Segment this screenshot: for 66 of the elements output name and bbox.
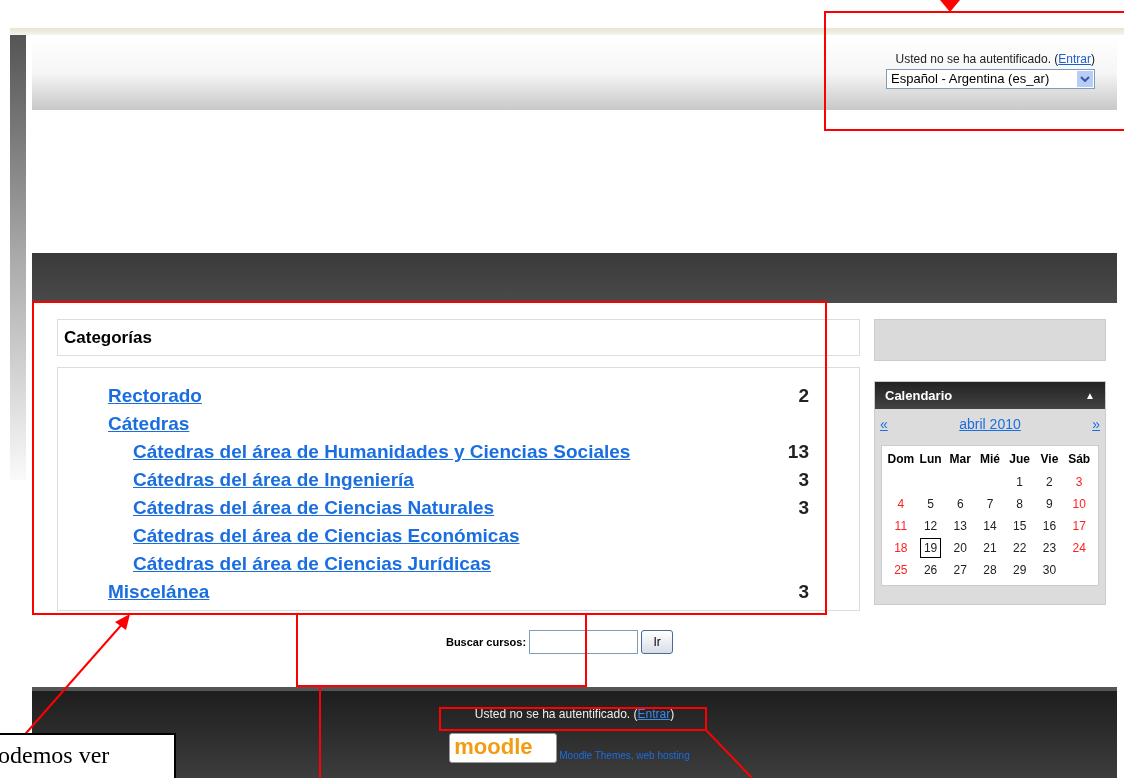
calendar-day[interactable]: 9 xyxy=(1046,495,1053,513)
calendar-day[interactable]: 23 xyxy=(1042,539,1057,557)
calendar-day[interactable]: 26 xyxy=(923,561,938,579)
search-field[interactable] xyxy=(529,630,639,654)
course-count: 3 xyxy=(798,496,809,520)
calendar-day[interactable]: 2 xyxy=(1046,473,1053,491)
login-link[interactable]: Entrar xyxy=(1058,52,1091,66)
language-select[interactable]: Español - Argentina (es_ar) xyxy=(886,69,1095,89)
weekday-header: Jue xyxy=(1008,451,1032,468)
calendar-day[interactable]: 4 xyxy=(897,495,905,513)
annotation-arrowhead xyxy=(940,0,960,12)
leader-line xyxy=(705,729,753,778)
calendar-day[interactable]: 21 xyxy=(983,539,997,557)
category-link[interactable]: Cátedras del área de Ciencias Jurídicas xyxy=(133,550,491,578)
login-status: Usted no se ha autentificado. (Entrar) xyxy=(895,51,1095,68)
calendar-day[interactable]: 3 xyxy=(1075,473,1083,491)
weekday-header: Mar xyxy=(948,451,972,468)
calendar-day[interactable]: 28 xyxy=(983,561,997,579)
previous-month-link[interactable]: « xyxy=(880,414,888,435)
calendar-day[interactable]: 15 xyxy=(1013,517,1027,535)
footer-login-status: Usted no se ha autentificado. (Entrar) xyxy=(474,706,675,723)
calendar-title: Calendario xyxy=(885,386,953,405)
course-count: 2 xyxy=(798,384,809,408)
calendar-day[interactable]: 27 xyxy=(953,561,967,579)
weekday-header: Mié xyxy=(979,451,1001,468)
next-month-link[interactable]: » xyxy=(1092,414,1100,435)
category-link[interactable]: Cátedras del área de Ciencias Económicas xyxy=(133,522,520,550)
calendar-day[interactable]: 25 xyxy=(894,561,908,579)
calendar-day[interactable]: 16 xyxy=(1042,517,1057,535)
calendar-day[interactable]: 19 xyxy=(919,538,942,558)
course-count: 13 xyxy=(787,440,809,464)
search-label: Buscar cursos: xyxy=(445,634,527,650)
category-link[interactable]: Cátedras del área de Humanidades y Ciencias Sociales xyxy=(133,438,631,466)
calendar-day[interactable]: 17 xyxy=(1072,517,1086,535)
calendar-day[interactable]: 5 xyxy=(927,495,934,513)
calendar-day[interactable]: 12 xyxy=(923,517,938,535)
course-count: 3 xyxy=(798,468,809,492)
calendar-day[interactable]: 8 xyxy=(1016,495,1024,513)
calendar-day[interactable]: 29 xyxy=(1013,561,1027,579)
calendar-day[interactable]: 10 xyxy=(1072,495,1086,513)
weekday-header: Lun xyxy=(918,451,943,468)
category-link[interactable]: Miscelánea xyxy=(108,578,210,606)
calendar-day[interactable]: 6 xyxy=(956,495,964,513)
calendar-day[interactable]: 13 xyxy=(953,517,967,535)
category-link[interactable]: Cátedras xyxy=(108,410,190,438)
weekday-header: Dom xyxy=(886,451,916,468)
calendar-day[interactable]: 18 xyxy=(894,539,908,557)
calendar-day[interactable]: 24 xyxy=(1072,539,1086,557)
categories-title: Categorías xyxy=(57,319,860,356)
calendar-day[interactable]: 14 xyxy=(983,517,997,535)
footer-login-link[interactable]: Entrar xyxy=(637,707,671,721)
calendar-day[interactable]: 11 xyxy=(894,517,908,535)
month-link[interactable]: abril 2010 xyxy=(959,414,1021,435)
calendar-day[interactable]: 20 xyxy=(953,539,967,557)
course-count: 3 xyxy=(798,580,809,604)
calendar-day[interactable]: 7 xyxy=(986,495,994,513)
go-button[interactable]: Ir xyxy=(641,630,674,654)
weekday-header: Vie xyxy=(1039,451,1060,468)
calendar-day[interactable]: 1 xyxy=(1016,473,1024,491)
category-link[interactable]: Cátedras del área de Ciencias Naturales xyxy=(133,494,495,522)
category-link[interactable]: Rectorado xyxy=(108,382,202,410)
calendar-day[interactable]: 30 xyxy=(1042,561,1057,579)
category-link[interactable]: Cátedras del área de Ingeniería xyxy=(133,466,414,494)
calendar-day[interactable]: 22 xyxy=(1013,539,1027,557)
weekday-header: Sáb xyxy=(1067,451,1092,468)
collapse-icon[interactable]: ▲ xyxy=(1085,388,1095,403)
